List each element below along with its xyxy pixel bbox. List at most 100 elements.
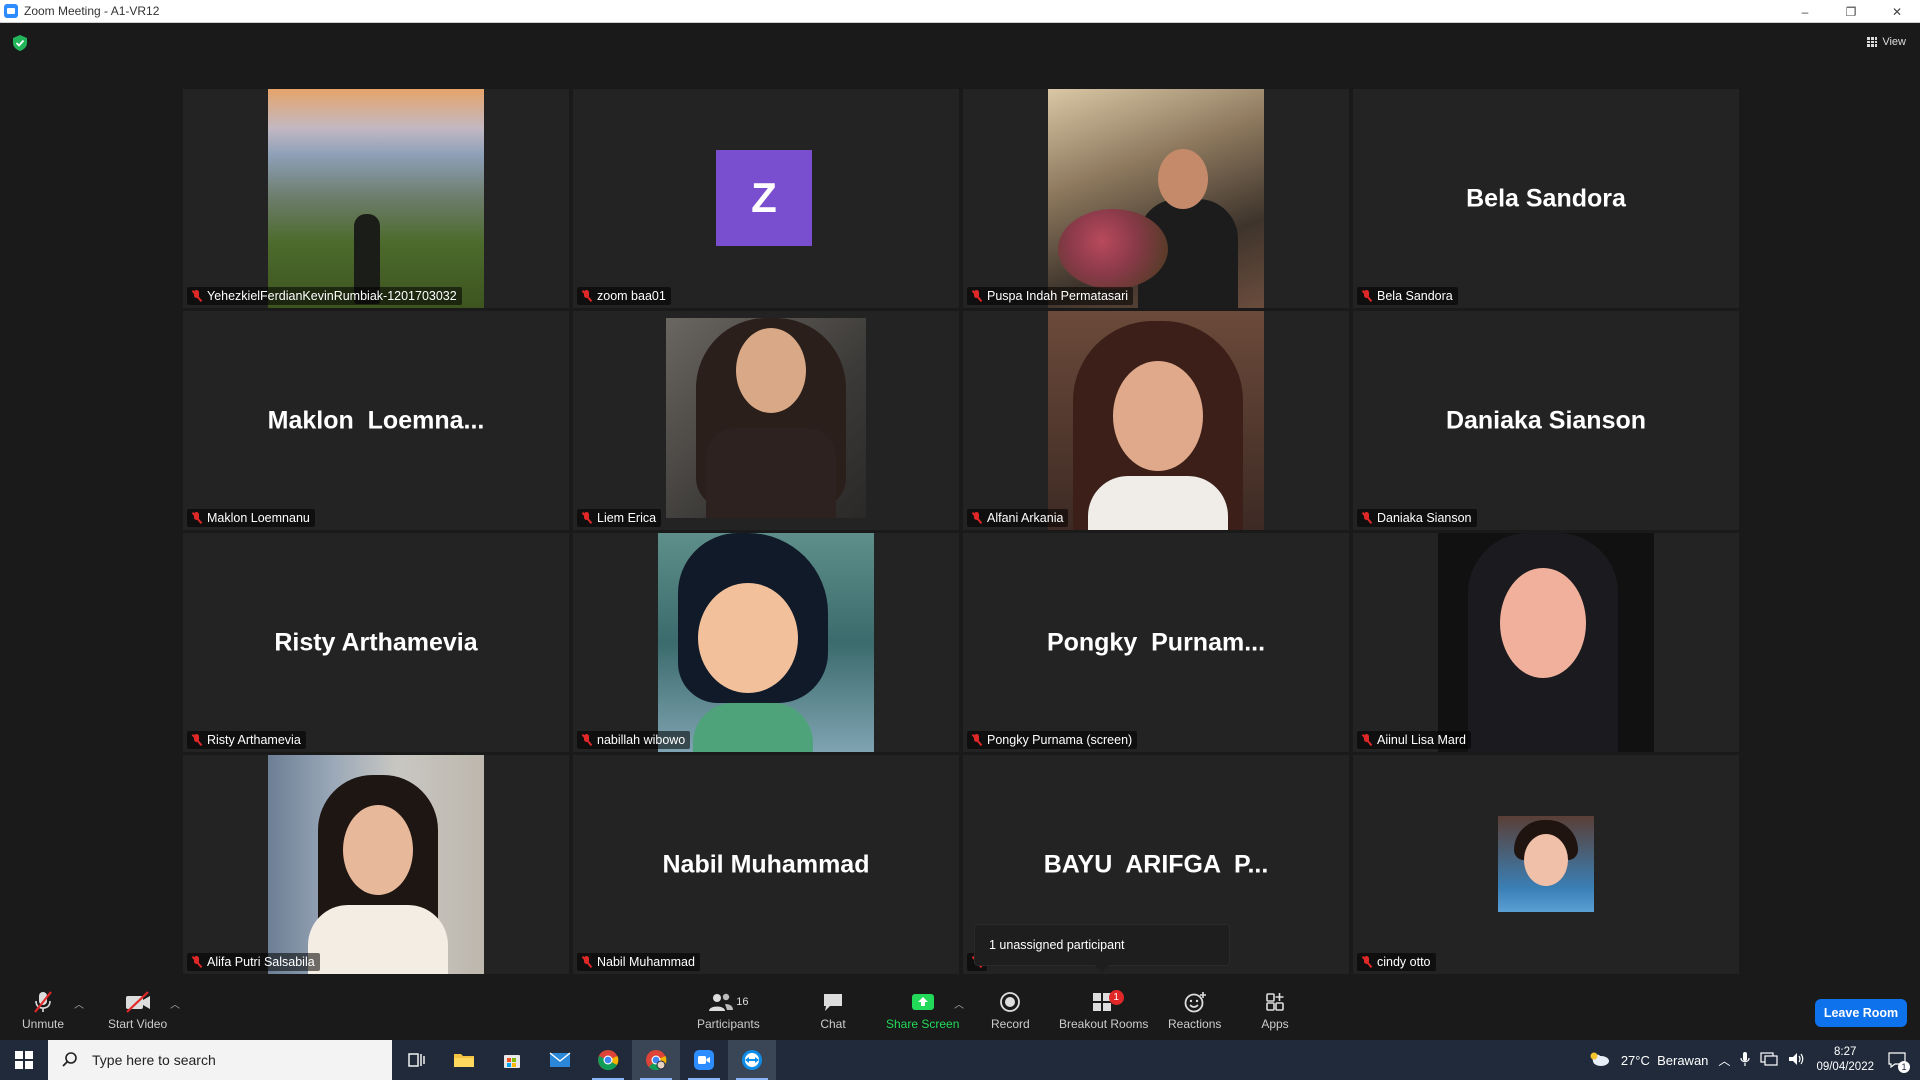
- view-label: View: [1882, 36, 1906, 48]
- close-button[interactable]: ✕: [1874, 0, 1920, 23]
- mic-muted-icon: [971, 734, 982, 746]
- network-icon[interactable]: [1760, 1051, 1779, 1070]
- file-explorer-icon[interactable]: [440, 1040, 488, 1080]
- chat-button[interactable]: Chat: [819, 990, 847, 1031]
- start-button[interactable]: [0, 1040, 48, 1080]
- microsoft-store-icon[interactable]: [488, 1040, 536, 1080]
- system-tray: 27°C Berawan ︿ 8:27 09/04/2022 1: [1589, 1040, 1920, 1080]
- participant-name: Puspa Indah Permatasari: [987, 289, 1129, 303]
- notifications-icon[interactable]: 1: [1884, 1047, 1910, 1073]
- participant-tile[interactable]: Daniaka Sianson Daniaka Sianson: [1353, 311, 1739, 530]
- participant-tile[interactable]: Liem Erica: [573, 311, 959, 530]
- windows-logo-icon: [15, 1051, 33, 1069]
- mic-muted-icon: [1361, 734, 1372, 746]
- participant-tile[interactable]: Z zoom baa01: [573, 89, 959, 308]
- search-icon: [62, 1052, 77, 1067]
- participant-nametag: Pongky Purnama (screen): [967, 731, 1138, 749]
- share-screen-button[interactable]: Share Screen: [886, 990, 959, 1031]
- participant-nametag: Daniaka Sianson: [1357, 509, 1477, 527]
- participant-display-name: Daniaka Sianson: [1445, 406, 1647, 434]
- participant-tile[interactable]: Alfani Arkania: [963, 311, 1349, 530]
- video-options-chevron-icon[interactable]: ︿: [170, 996, 180, 1011]
- mic-muted-icon: [1361, 956, 1372, 968]
- reactions-label: Reactions: [1168, 1017, 1222, 1031]
- participant-tile[interactable]: nabillah wibowo: [573, 533, 959, 752]
- chrome-profile-icon[interactable]: [632, 1040, 680, 1080]
- record-button[interactable]: Record: [991, 990, 1030, 1031]
- audio-options-chevron-icon[interactable]: ︿: [74, 996, 84, 1011]
- participant-tile[interactable]: Puspa Indah Permatasari: [963, 89, 1349, 308]
- participant-tile[interactable]: Alifa Putri Salsabila: [183, 755, 569, 974]
- mic-muted-icon: [581, 956, 592, 968]
- breakout-badge: 1: [1108, 990, 1124, 1005]
- participant-tile[interactable]: cindy otto: [1353, 755, 1739, 974]
- breakout-rooms-button[interactable]: 1 Breakout Rooms: [1059, 990, 1148, 1031]
- participant-photo: [268, 89, 484, 308]
- tray-chevron-icon[interactable]: ︿: [1718, 1052, 1730, 1069]
- participant-photo: [1048, 89, 1264, 308]
- participant-photo: [1498, 816, 1594, 912]
- volume-icon[interactable]: [1788, 1051, 1806, 1070]
- participant-nametag: Nabil Muhammad: [577, 953, 700, 971]
- teamviewer-icon[interactable]: [728, 1040, 776, 1080]
- breakout-rooms-label: Breakout Rooms: [1059, 1017, 1149, 1031]
- participant-name: Bela Sandora: [1377, 289, 1453, 303]
- participants-count: 16: [736, 996, 749, 1008]
- participant-photo: [666, 318, 866, 518]
- participant-nametag: Maklon Loemnanu: [187, 509, 315, 527]
- participant-tile[interactable]: Nabil Muhammad Nabil Muhammad: [573, 755, 959, 974]
- participant-photo: [658, 533, 874, 752]
- participant-tile[interactable]: Bela Sandora Bela Sandora: [1353, 89, 1739, 308]
- clock[interactable]: 8:27 09/04/2022: [1816, 1045, 1874, 1075]
- participant-display-name: Pongky Purnam...: [1046, 628, 1266, 656]
- start-video-button[interactable]: Start Video: [108, 990, 167, 1031]
- mic-muted-icon: [971, 290, 982, 302]
- minimize-button[interactable]: –: [1782, 0, 1828, 23]
- clock-date: 09/04/2022: [1816, 1061, 1874, 1073]
- participant-nametag: Alifa Putri Salsabila: [187, 953, 320, 971]
- participant-nametag: zoom baa01: [577, 287, 671, 305]
- leave-room-button[interactable]: Leave Room: [1815, 999, 1907, 1027]
- restore-button[interactable]: ❐: [1828, 0, 1874, 23]
- window-title: Zoom Meeting - A1-VR12: [24, 4, 160, 18]
- participant-nametag: Risty Arthamevia: [187, 731, 306, 749]
- breakout-rooms-icon: 1: [1090, 990, 1124, 1014]
- encryption-shield-icon[interactable]: [13, 35, 27, 51]
- chrome-icon[interactable]: [584, 1040, 632, 1080]
- participant-tile[interactable]: Aiinul Lisa Mard: [1353, 533, 1739, 752]
- zoom-window: Zoom Meeting - A1-VR12 – ❐ ✕ View Yehezk…: [0, 0, 1920, 1080]
- participant-display-name: Maklon Loemna...: [267, 406, 485, 434]
- participant-nametag: Liem Erica: [577, 509, 662, 527]
- share-options-chevron-icon[interactable]: ︿: [954, 996, 964, 1011]
- weather-label[interactable]: 27°C Berawan: [1621, 1053, 1709, 1068]
- participant-name: Alfani Arkania: [987, 511, 1064, 525]
- reactions-button[interactable]: Reactions: [1168, 990, 1221, 1031]
- participants-label: Participants: [697, 1017, 760, 1031]
- participant-photo: [268, 755, 484, 974]
- participant-display-name: Bela Sandora: [1466, 184, 1626, 212]
- participant-nametag: Puspa Indah Permatasari: [967, 287, 1134, 305]
- participant-tile[interactable]: YehezkielFerdianKevinRumbiak-1201703032: [183, 89, 569, 308]
- unmute-button[interactable]: Unmute: [22, 990, 64, 1031]
- participants-button[interactable]: 16 Participants: [697, 990, 760, 1031]
- participant-tile[interactable]: Maklon Loemna... Maklon Loemnanu: [183, 311, 569, 530]
- participant-tile[interactable]: Risty Arthamevia Risty Arthamevia: [183, 533, 569, 752]
- participant-tile[interactable]: Pongky Purnam... Pongky Purnama (screen): [963, 533, 1349, 752]
- window-controls: – ❐ ✕: [1782, 0, 1920, 23]
- mic-muted-icon: [191, 956, 202, 968]
- view-button[interactable]: View: [1867, 33, 1906, 51]
- microphone-icon[interactable]: [1740, 1051, 1751, 1070]
- mic-muted-icon: [1361, 512, 1372, 524]
- task-view-icon[interactable]: [392, 1040, 440, 1080]
- taskbar-search[interactable]: Type here to search: [48, 1040, 392, 1080]
- mail-icon[interactable]: [536, 1040, 584, 1080]
- mic-muted-icon: [581, 290, 592, 302]
- weather-icon[interactable]: [1589, 1051, 1611, 1070]
- participant-name: zoom baa01: [597, 289, 666, 303]
- zoom-taskbar-icon[interactable]: [680, 1040, 728, 1080]
- unassigned-participant-tooltip[interactable]: 1 unassigned participant: [974, 924, 1230, 972]
- apps-button[interactable]: Apps: [1261, 990, 1289, 1031]
- mic-muted-icon: [1361, 290, 1372, 302]
- participant-nametag: nabillah wibowo: [577, 731, 691, 749]
- participant-nametag: Aiinul Lisa Mard: [1357, 731, 1471, 749]
